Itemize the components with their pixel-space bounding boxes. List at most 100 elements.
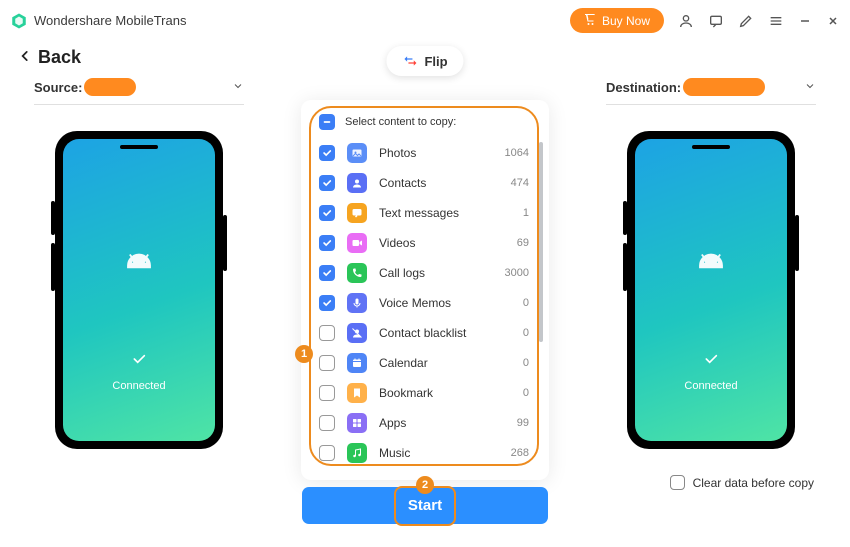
textmessages-icon	[347, 203, 367, 223]
content-label: Contacts	[379, 176, 499, 190]
checkbox[interactable]	[319, 295, 335, 311]
content-row-apps[interactable]: Apps 99	[317, 408, 539, 438]
calllogs-icon	[347, 263, 367, 283]
flip-button[interactable]: Flip	[386, 46, 463, 76]
check-icon	[131, 351, 147, 372]
content-row-textmessages[interactable]: Text messages1	[317, 198, 539, 228]
android-icon	[689, 249, 733, 293]
start-label: Start	[408, 497, 442, 514]
content-count: 99	[517, 417, 529, 429]
source-panel: Source: Connected	[22, 78, 256, 480]
title-bar: Wondershare MobileTrans Buy Now	[0, 0, 850, 39]
back-label: Back	[38, 47, 81, 68]
destination-device-name-redacted	[683, 78, 765, 96]
source-label: Source:	[34, 80, 82, 95]
checkbox[interactable]	[319, 355, 335, 371]
voicememos-icon	[347, 293, 367, 313]
videos-icon	[347, 233, 367, 253]
content-row-photos[interactable]: Photos 1064	[317, 138, 539, 168]
content-row-music[interactable]: Music268	[317, 438, 539, 468]
content-count: 0	[523, 387, 529, 399]
scrollbar[interactable]	[539, 142, 543, 342]
content-label: Calendar	[379, 356, 511, 370]
bottom-bar: Start 2 Clear data before copy	[0, 490, 850, 536]
checkbox[interactable]	[319, 235, 335, 251]
content-count: 268	[511, 447, 529, 459]
title-left: Wondershare MobileTrans	[10, 12, 186, 30]
destination-device-selector[interactable]: Destination:	[606, 78, 816, 105]
clear-data-label: Clear data before copy	[693, 476, 814, 490]
flip-label: Flip	[424, 54, 447, 69]
destination-label: Destination:	[606, 80, 681, 95]
content-panel: Select content to copy: Photos 1064 Contac…	[301, 100, 549, 480]
buy-now-button[interactable]: Buy Now	[570, 8, 664, 33]
content-row-voicememos[interactable]: Voice Memos0	[317, 288, 539, 318]
content-count: 1	[523, 207, 529, 219]
content-count: 3000	[505, 267, 529, 279]
music-icon	[347, 443, 367, 463]
content-row-calendar[interactable]: Calendar 0	[317, 348, 539, 378]
photos-icon	[347, 143, 367, 163]
menu-icon[interactable]	[768, 13, 784, 29]
content-count: 1064	[505, 147, 529, 159]
content-row-contacts[interactable]: Contacts 474	[317, 168, 539, 198]
clear-data-checkbox[interactable]: Clear data before copy	[670, 475, 814, 490]
content-count: 69	[517, 237, 529, 249]
content-row-blacklist[interactable]: Contact blacklist 0	[317, 318, 539, 348]
android-icon	[117, 249, 161, 293]
content-count: 0	[523, 297, 529, 309]
source-phone-mockup: Connected	[55, 131, 223, 449]
buy-now-label: Buy Now	[602, 14, 650, 28]
source-device-selector[interactable]: Source:	[34, 78, 244, 105]
checkbox-icon	[670, 475, 685, 490]
content-count: 0	[523, 327, 529, 339]
minimize-button[interactable]	[798, 14, 812, 28]
checkbox[interactable]	[319, 415, 335, 431]
source-connected-label: Connected	[112, 380, 165, 392]
content-label: Bookmark	[379, 386, 511, 400]
checkbox[interactable]	[319, 175, 335, 191]
content-list: Photos1064Contacts474Text messages1Video…	[317, 138, 539, 468]
content-label: Call logs	[379, 266, 493, 280]
select-all-row[interactable]: Select content to copy:	[317, 112, 539, 138]
source-device-name-redacted	[84, 78, 136, 96]
chevron-down-icon	[804, 80, 816, 95]
content-label: Apps	[379, 416, 505, 430]
apps-icon	[347, 413, 367, 433]
select-all-checkbox[interactable]	[319, 114, 335, 130]
destination-connected-label: Connected	[684, 380, 737, 392]
checkbox[interactable]	[319, 445, 335, 461]
edit-icon[interactable]	[738, 13, 754, 29]
content-row-calllogs[interactable]: Call logs 3000	[317, 258, 539, 288]
content-label: Photos	[379, 146, 493, 160]
checkbox[interactable]	[319, 145, 335, 161]
content-label: Videos	[379, 236, 505, 250]
app-title: Wondershare MobileTrans	[34, 13, 186, 28]
select-all-label: Select content to copy:	[345, 116, 456, 128]
blacklist-icon	[347, 323, 367, 343]
close-button[interactable]	[826, 14, 840, 28]
content-count: 474	[511, 177, 529, 189]
content-label: Contact blacklist	[379, 326, 511, 340]
annotation-badge-1: 1	[295, 345, 313, 363]
destination-phone-mockup: Connected	[627, 131, 795, 449]
bookmark-icon	[347, 383, 367, 403]
checkbox[interactable]	[319, 385, 335, 401]
cart-icon	[584, 13, 596, 28]
destination-panel: Destination: Connected	[594, 78, 828, 480]
checkbox[interactable]	[319, 205, 335, 221]
annotation-badge-2: 2	[416, 476, 434, 494]
title-right: Buy Now	[570, 8, 840, 33]
calendar-icon	[347, 353, 367, 373]
app-logo-icon	[10, 12, 28, 30]
chevron-left-icon	[18, 47, 32, 68]
account-icon[interactable]	[678, 13, 694, 29]
content-row-videos[interactable]: Videos 69	[317, 228, 539, 258]
content-count: 0	[523, 357, 529, 369]
checkbox[interactable]	[319, 265, 335, 281]
check-icon	[703, 351, 719, 372]
feedback-icon[interactable]	[708, 13, 724, 29]
main: Flip Source: Connected	[0, 78, 850, 490]
checkbox[interactable]	[319, 325, 335, 341]
content-row-bookmark[interactable]: Bookmark 0	[317, 378, 539, 408]
